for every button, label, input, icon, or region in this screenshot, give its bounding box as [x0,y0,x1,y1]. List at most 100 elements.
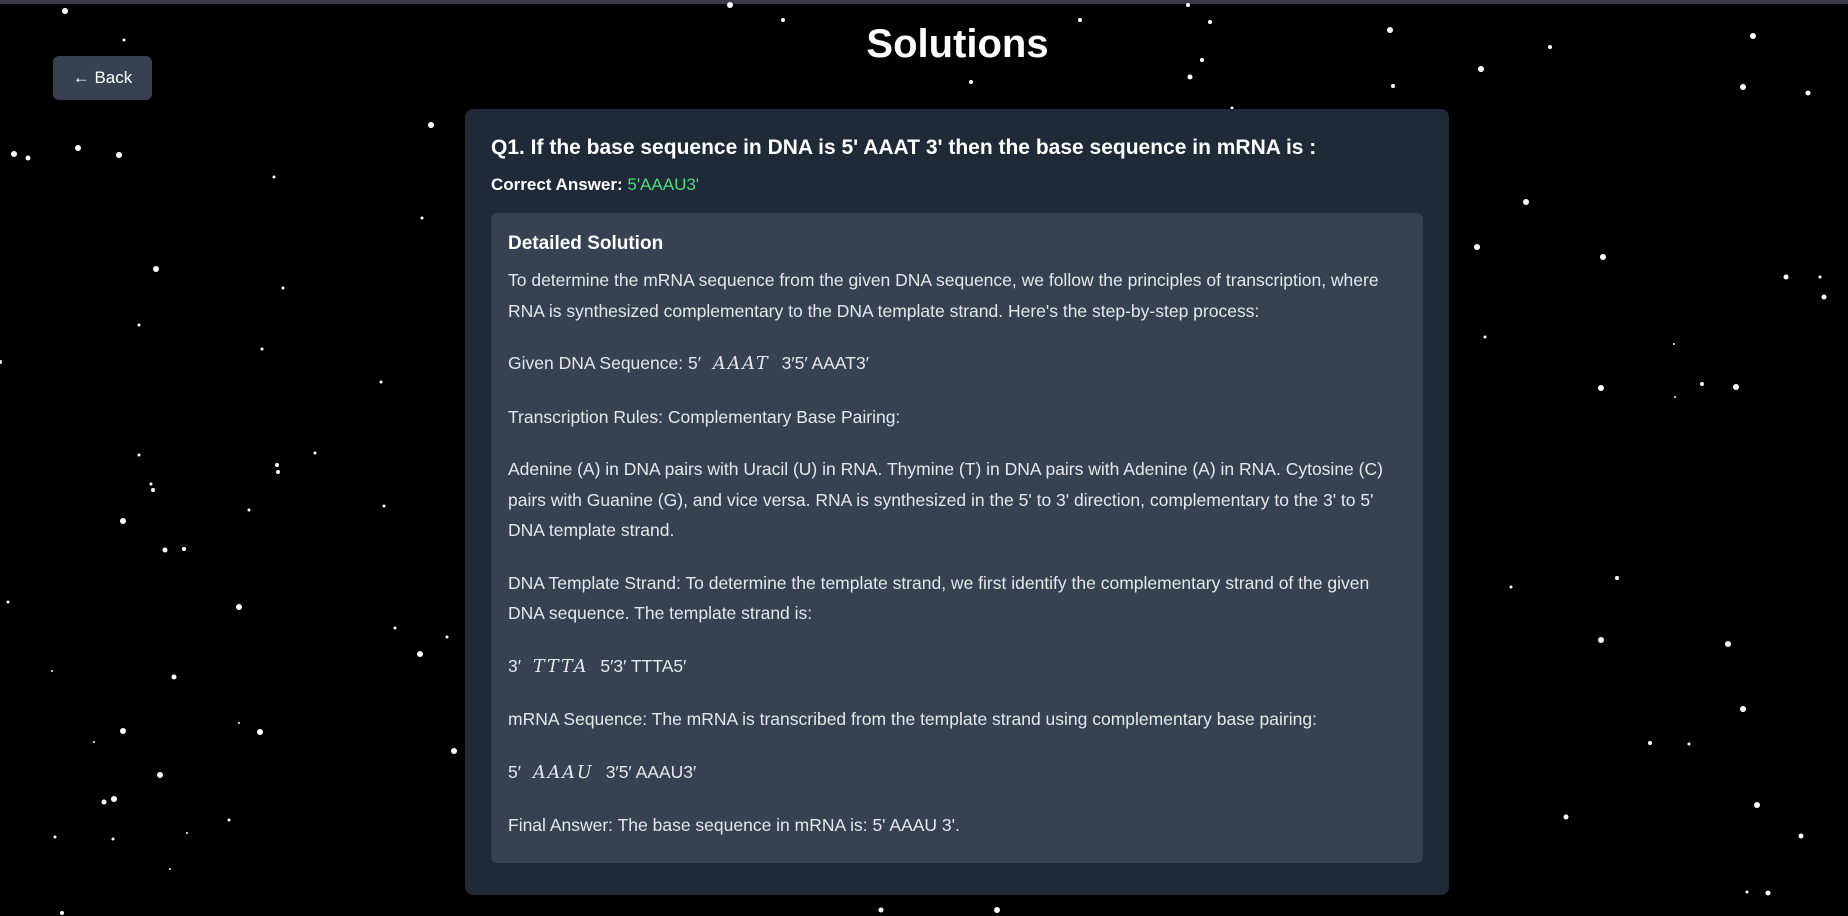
given-dna-sequence: Given DNA Sequence: 5′ AAAT 3′5′ AAAT3′ [508,348,1406,380]
detailed-solution-panel: Detailed Solution To determine the mRNA … [491,213,1423,864]
star [1483,335,1487,339]
star [51,670,53,672]
star [236,604,242,610]
star [1687,742,1691,746]
star [101,799,107,805]
star [0,360,2,364]
mrna-prefix: 5′ [508,761,522,782]
template-math: TTTA [533,656,589,677]
star [281,286,285,290]
star [393,626,397,630]
star [60,911,64,915]
star [1740,84,1746,90]
star [153,266,159,272]
solution-card: Q1. If the base sequence in DNA is 5' AA… [465,109,1449,895]
star [1733,384,1739,390]
star [1563,814,1569,820]
star [116,152,122,158]
star [1805,90,1811,96]
star [1821,294,1827,300]
star [276,470,280,474]
star [1600,254,1606,260]
star [171,674,177,680]
star [1391,84,1395,88]
star [727,2,733,8]
star [969,80,973,84]
transcription-rules-text: Adenine (A) in DNA pairs with Uracil (U)… [508,459,1383,541]
template-strand-text: DNA Template Strand: To determine the te… [508,572,1370,624]
correct-answer-label: Correct Answer: [491,175,628,195]
final-answer: Final Answer: The base sequence in mRNA … [508,815,960,836]
star [994,907,1000,913]
star [93,741,95,743]
star [1673,343,1675,345]
star [186,832,188,834]
star [111,837,115,841]
star [420,216,424,220]
given-suffix: 3′5′ AAAT3′ [781,353,869,374]
star [182,547,186,551]
star [1598,637,1604,643]
star [1615,576,1619,580]
star [260,347,264,351]
star [157,772,163,778]
star [151,488,155,492]
star [169,868,171,870]
star [272,175,276,179]
star [1474,244,1480,250]
star [1648,741,1652,745]
detailed-solution-heading: Detailed Solution [508,233,664,255]
template-prefix: 3′ [508,655,522,676]
question-text: Q1. If the base sequence in DNA is 5' AA… [491,136,1317,159]
mrna-math: AAAU [533,762,594,783]
star [238,722,240,724]
star [313,451,317,455]
star [1754,802,1760,808]
star [451,748,457,754]
star [1187,74,1193,80]
transcription-rules-heading: Transcription Rules: Complementary Base … [508,406,901,427]
page-title: Solutions [866,22,1049,66]
star [120,728,126,734]
star [1598,385,1604,391]
given-prefix: Given DNA Sequence: 5′ [508,353,701,374]
star [25,155,31,161]
template-strand-sequence: 3′ TTTA 5′3′ TTTA5′ [508,651,1406,683]
star [1818,275,1822,279]
star [382,504,386,508]
star [1700,382,1704,386]
star [275,463,279,467]
star [1523,199,1529,205]
star [1509,585,1513,589]
star [62,8,68,14]
star [1725,641,1731,647]
star [111,796,117,802]
star [1740,706,1746,712]
star [417,651,423,657]
star [227,818,231,822]
star [878,907,884,913]
star [11,151,17,157]
star [1765,890,1771,896]
star [379,380,383,384]
star [257,729,263,735]
star [1674,396,1676,398]
star [53,835,57,839]
star [75,145,81,151]
given-math: AAAT [712,354,770,375]
solution-intro: To determine the mRNA sequence from the … [508,270,1379,321]
star [1783,274,1789,280]
mrna-sequence: 5′ AAAU 3′5′ AAAU3′ [508,757,1406,789]
star [428,122,434,128]
mrna-sequence-text: mRNA Sequence: The mRNA is transcribed f… [508,709,1317,730]
star [162,547,168,553]
star [137,323,141,327]
star [137,453,141,457]
star [445,635,449,639]
star [1745,890,1749,894]
mrna-suffix: 3′5′ AAAU3′ [605,761,697,782]
correct-answer: Correct Answer: 5'AAAU3' [491,175,1423,195]
star [149,482,153,486]
template-suffix: 5′3′ TTTA5′ [600,655,687,676]
star [247,508,251,512]
